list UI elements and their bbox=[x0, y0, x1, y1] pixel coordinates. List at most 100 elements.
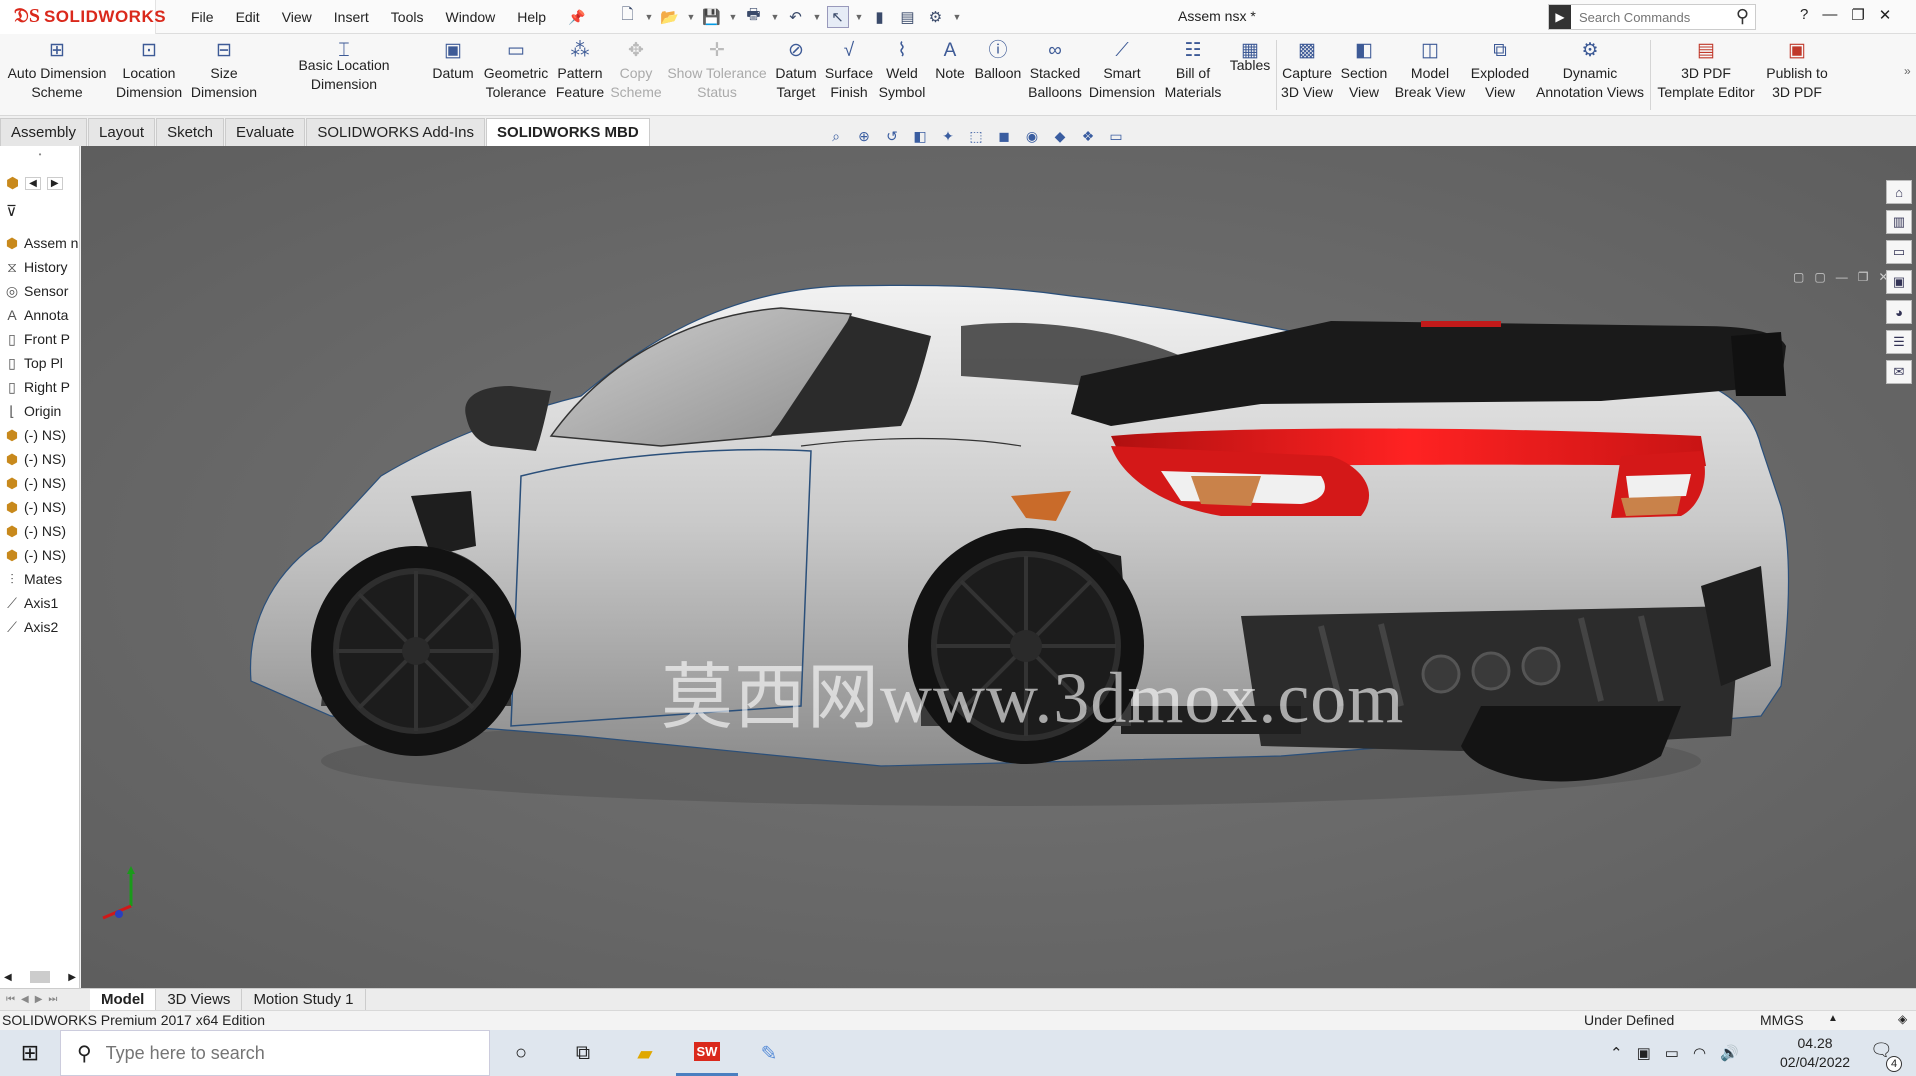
datum-button[interactable]: ▣ Datum bbox=[428, 38, 478, 112]
tab-assembly[interactable]: Assembly bbox=[0, 118, 88, 146]
feature-manager-icon[interactable]: ⬢ bbox=[6, 174, 19, 192]
custom-properties-icon[interactable]: ☰ bbox=[1886, 330, 1912, 354]
zoom-to-area-icon[interactable]: ⊕ bbox=[854, 126, 874, 146]
appearances-icon[interactable]: ◕ bbox=[1886, 300, 1912, 324]
select-icon[interactable]: ↖ bbox=[826, 5, 849, 28]
geometric-tolerance-button[interactable]: ▭ Geometric Tolerance bbox=[482, 38, 550, 112]
balloon-button[interactable]: ⓘ Balloon bbox=[972, 38, 1024, 112]
solidworks-resources-icon[interactable]: ⌂ bbox=[1886, 180, 1912, 204]
section-view-button[interactable]: ◧ Section View bbox=[1338, 38, 1390, 112]
volume-icon[interactable]: 🔊 bbox=[1720, 1044, 1739, 1062]
search-input[interactable] bbox=[1579, 9, 1729, 25]
tree-item[interactable]: ⫶ Mates bbox=[0, 567, 62, 591]
search-icon[interactable]: ⚲ bbox=[1736, 6, 1749, 27]
tree-item[interactable]: ⬢ Assem nsx bbox=[0, 231, 79, 255]
smart-dimension-button[interactable]: ⟋ Smart Dimension bbox=[1086, 38, 1158, 112]
design-library-icon[interactable]: ▥ bbox=[1886, 210, 1912, 234]
panel-grip[interactable]: • bbox=[0, 150, 79, 159]
panel-left-arrow-icon[interactable]: ◀ bbox=[25, 176, 41, 190]
solidworks-logo[interactable]: 𝔇S SOLIDWORKS bbox=[0, 0, 166, 34]
file-properties-icon[interactable]: ▤ bbox=[897, 6, 919, 28]
task-view-icon[interactable]: ⧉ bbox=[552, 1030, 614, 1076]
file-explorer-icon[interactable]: ▭ bbox=[1886, 240, 1912, 264]
first-tab-icon[interactable]: ⏮ bbox=[6, 994, 15, 1005]
viewport-split-icon[interactable]: ▢ bbox=[1814, 270, 1825, 284]
dynamic-annotation-views-button[interactable]: ⚙ Dynamic Annotation Views bbox=[1534, 38, 1646, 112]
tab-layout[interactable]: Layout bbox=[88, 118, 156, 146]
units-dropdown-icon[interactable]: ▲ bbox=[1828, 1013, 1838, 1024]
menu-view[interactable]: View bbox=[271, 0, 323, 34]
help-icon[interactable]: ? bbox=[1800, 6, 1808, 24]
device-icon[interactable]: ▣ bbox=[1637, 1044, 1651, 1062]
viewport-tile-icon[interactable]: ▢ bbox=[1793, 270, 1804, 284]
viewport-restore-icon[interactable]: ❐ bbox=[1858, 270, 1869, 284]
viewport-minimize-icon[interactable]: — bbox=[1836, 270, 1848, 284]
filter-icon[interactable]: ⊽ bbox=[6, 202, 17, 220]
publish-3d-pdf-button[interactable]: ▣ Publish to 3D PDF bbox=[1760, 38, 1834, 112]
dynamic-annotation-toolbar-icon[interactable]: ✦ bbox=[938, 126, 958, 146]
datum-target-button[interactable]: ⊘ Datum Target bbox=[770, 38, 822, 112]
status-message-icon[interactable]: ◈ bbox=[1898, 1012, 1907, 1026]
minimize-icon[interactable]: — bbox=[1822, 6, 1837, 24]
apply-scene-icon[interactable]: ❖ bbox=[1078, 126, 1098, 146]
copy-scheme-button[interactable]: ✥ Copy Scheme bbox=[610, 38, 662, 112]
tab-mbd[interactable]: SOLIDWORKS MBD bbox=[486, 118, 650, 146]
tree-item[interactable]: ◎ Sensor bbox=[0, 279, 68, 303]
panel-right-arrow-icon[interactable]: ▶ bbox=[46, 176, 63, 190]
note-button[interactable]: A Note bbox=[930, 38, 970, 112]
tree-item[interactable]: ▯ Front P bbox=[0, 327, 70, 351]
units-selector[interactable]: MMGS bbox=[1760, 1012, 1804, 1028]
location-dimension-button[interactable]: ⊡ Location Dimension bbox=[116, 38, 182, 112]
menu-tools[interactable]: Tools bbox=[380, 0, 435, 34]
basic-location-dimension-button[interactable]: ⌶ Basic Location Dimension bbox=[264, 38, 424, 112]
taskbar-search-input[interactable] bbox=[105, 1042, 436, 1064]
tree-item[interactable]: ⟋ Axis2 bbox=[0, 615, 58, 639]
graphics-area[interactable]: 莫西网www.3dmox.com ▢ ▢ — ❐ ✕ bbox=[81, 146, 1916, 988]
exploded-view-button[interactable]: ⧉ Exploded View bbox=[1468, 38, 1532, 112]
search-commands[interactable]: ▶ ⚲ bbox=[1548, 4, 1756, 30]
save-icon[interactable]: 💾 bbox=[701, 6, 723, 28]
pdf-template-editor-button[interactable]: ▤ 3D PDF Template Editor bbox=[1654, 38, 1758, 112]
tree-item[interactable]: ⬢ (-) NS) bbox=[0, 423, 66, 447]
stacked-balloons-button[interactable]: ∞ Stacked Balloons bbox=[1026, 38, 1084, 112]
pin-icon[interactable]: 📌 bbox=[557, 0, 596, 34]
options-gear-icon[interactable]: ⚙ bbox=[925, 6, 947, 28]
wifi-icon[interactable]: ◠ bbox=[1693, 1044, 1706, 1062]
file-explorer-taskbar-icon[interactable]: ▰ bbox=[614, 1030, 676, 1076]
model-break-view-button[interactable]: ◫ Model Break View bbox=[1394, 38, 1466, 112]
zoom-to-fit-icon[interactable]: ⌕ bbox=[826, 126, 846, 146]
windows-start-icon[interactable]: ⊞ bbox=[0, 1030, 60, 1076]
surface-finish-button[interactable]: √ Surface Finish bbox=[824, 38, 874, 112]
search-scope-icon[interactable]: ▶ bbox=[1549, 5, 1571, 29]
tables-button[interactable]: ▦ Tables bbox=[1228, 38, 1272, 112]
tree-item[interactable]: ▯ Right P bbox=[0, 375, 70, 399]
tree-item[interactable]: ▯ Top Pl bbox=[0, 351, 63, 375]
pattern-feature-button[interactable]: ⁂ Pattern Feature bbox=[552, 38, 608, 112]
display-style-icon[interactable]: ◼ bbox=[994, 126, 1014, 146]
tree-item[interactable]: ⟋ Axis1 bbox=[0, 591, 58, 615]
cortana-icon[interactable]: ○ bbox=[490, 1030, 552, 1076]
hide-show-items-icon[interactable]: ◉ bbox=[1022, 126, 1042, 146]
bill-of-materials-button[interactable]: ☷ Bill of Materials bbox=[1160, 38, 1226, 112]
battery-icon[interactable]: ▭ bbox=[1665, 1044, 1679, 1062]
tree-item[interactable]: ⬢ (-) NS) bbox=[0, 543, 66, 567]
tab-3d-views[interactable]: 3D Views bbox=[156, 988, 243, 1011]
car-model-render[interactable] bbox=[81, 146, 1916, 988]
new-document-icon[interactable]: 🗋 bbox=[617, 6, 639, 28]
tree-item[interactable]: ⧖ History bbox=[0, 255, 67, 279]
tree-item[interactable]: ⬢ (-) NS) bbox=[0, 447, 66, 471]
rebuild-icon[interactable]: ▮ bbox=[869, 6, 891, 28]
forum-icon[interactable]: ✉ bbox=[1886, 360, 1912, 384]
show-tolerance-status-button[interactable]: ✛ Show Tolerance Status bbox=[666, 38, 768, 112]
view-palette-icon[interactable]: ▣ bbox=[1886, 270, 1912, 294]
ribbon-overflow-icon[interactable]: » bbox=[1904, 64, 1911, 78]
restore-icon[interactable]: ❐ bbox=[1851, 6, 1864, 24]
menu-file[interactable]: File bbox=[180, 0, 225, 34]
scroll-right-icon[interactable]: ▶ bbox=[68, 972, 76, 983]
next-tab-icon[interactable]: ▶ bbox=[35, 994, 43, 1005]
menu-window[interactable]: Window bbox=[434, 0, 506, 34]
paint-taskbar-icon[interactable]: ✎ bbox=[738, 1030, 800, 1076]
tab-motion-study[interactable]: Motion Study 1 bbox=[242, 988, 366, 1011]
tree-item[interactable]: ⬢ (-) NS) bbox=[0, 495, 66, 519]
view-orientation-icon[interactable]: ⬚ bbox=[966, 126, 986, 146]
